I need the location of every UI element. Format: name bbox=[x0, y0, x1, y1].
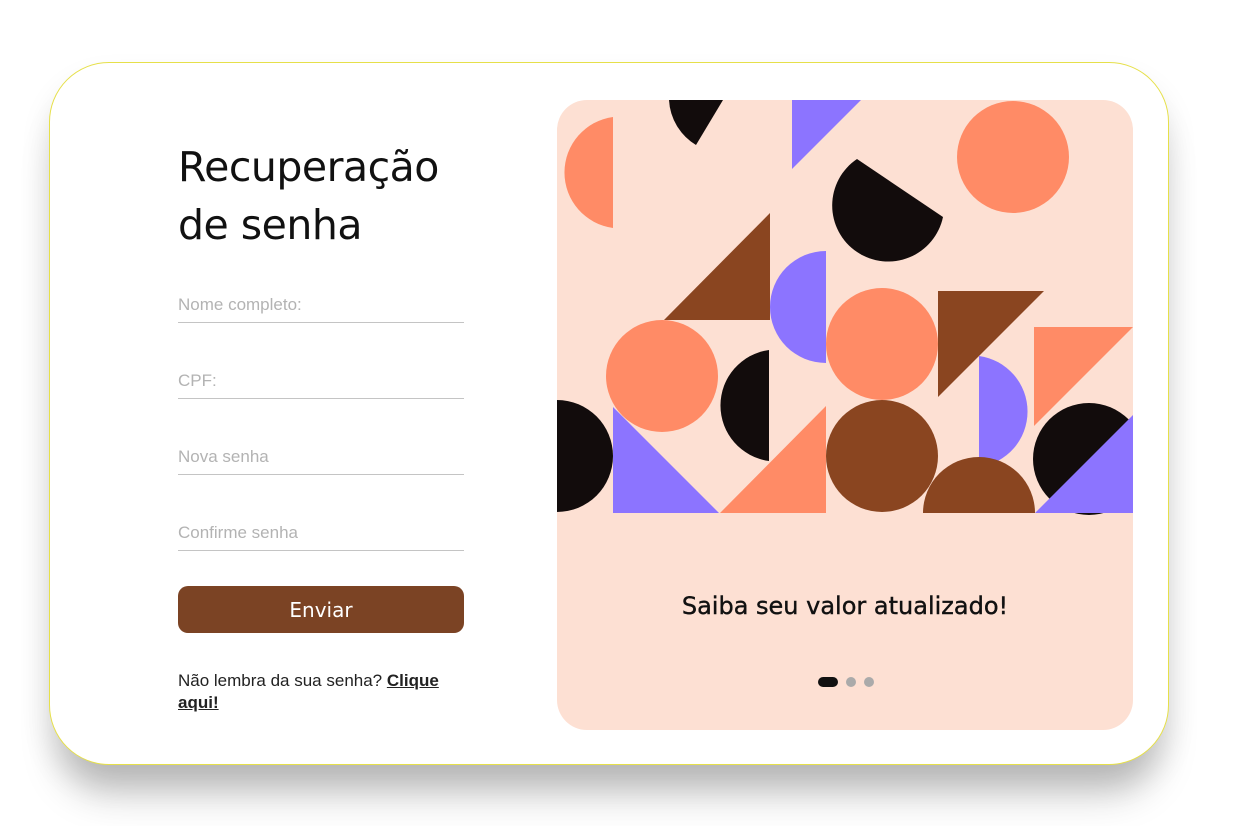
full-name-input[interactable] bbox=[178, 292, 464, 323]
orange-circle-top-right bbox=[957, 101, 1069, 213]
forgot-password-label: Não lembra da sua senha? bbox=[178, 671, 387, 690]
carousel-dot-1[interactable] bbox=[818, 677, 838, 687]
orange-half-circle-left bbox=[564, 117, 613, 228]
page-title: Recuperação de senha bbox=[178, 138, 478, 254]
black-circle-segment bbox=[832, 159, 943, 262]
geometric-illustration bbox=[557, 100, 1133, 515]
carousel-caption: Saiba seu valor atualizado! bbox=[681, 592, 1009, 620]
purple-half-circle bbox=[770, 251, 826, 363]
confirm-password-input[interactable] bbox=[178, 520, 464, 551]
brown-circle bbox=[826, 400, 938, 512]
black-half-circle-left bbox=[557, 400, 613, 512]
submit-button[interactable]: Enviar bbox=[178, 586, 464, 633]
purple-triangle-top bbox=[792, 100, 861, 169]
carousel-dot-2[interactable] bbox=[846, 677, 856, 687]
black-circle-segment-top bbox=[669, 100, 723, 145]
new-password-input[interactable] bbox=[178, 444, 464, 475]
brown-half-circle-bottom bbox=[923, 457, 1035, 513]
cpf-input[interactable] bbox=[178, 368, 464, 399]
brown-triangle bbox=[664, 213, 770, 320]
illustration-panel bbox=[557, 100, 1133, 730]
carousel-indicators bbox=[818, 677, 874, 687]
purple-half-circle-right bbox=[979, 356, 1028, 467]
page-title-line-2: de senha bbox=[178, 201, 362, 249]
orange-circle-left bbox=[606, 320, 718, 432]
forgot-password-text: Não lembra da sua senha? Clique aqui! bbox=[178, 670, 468, 714]
carousel-dot-3[interactable] bbox=[864, 677, 874, 687]
page-title-line-1: Recuperação bbox=[178, 143, 439, 191]
black-half-circle bbox=[720, 350, 769, 461]
orange-circle-center bbox=[826, 288, 938, 400]
